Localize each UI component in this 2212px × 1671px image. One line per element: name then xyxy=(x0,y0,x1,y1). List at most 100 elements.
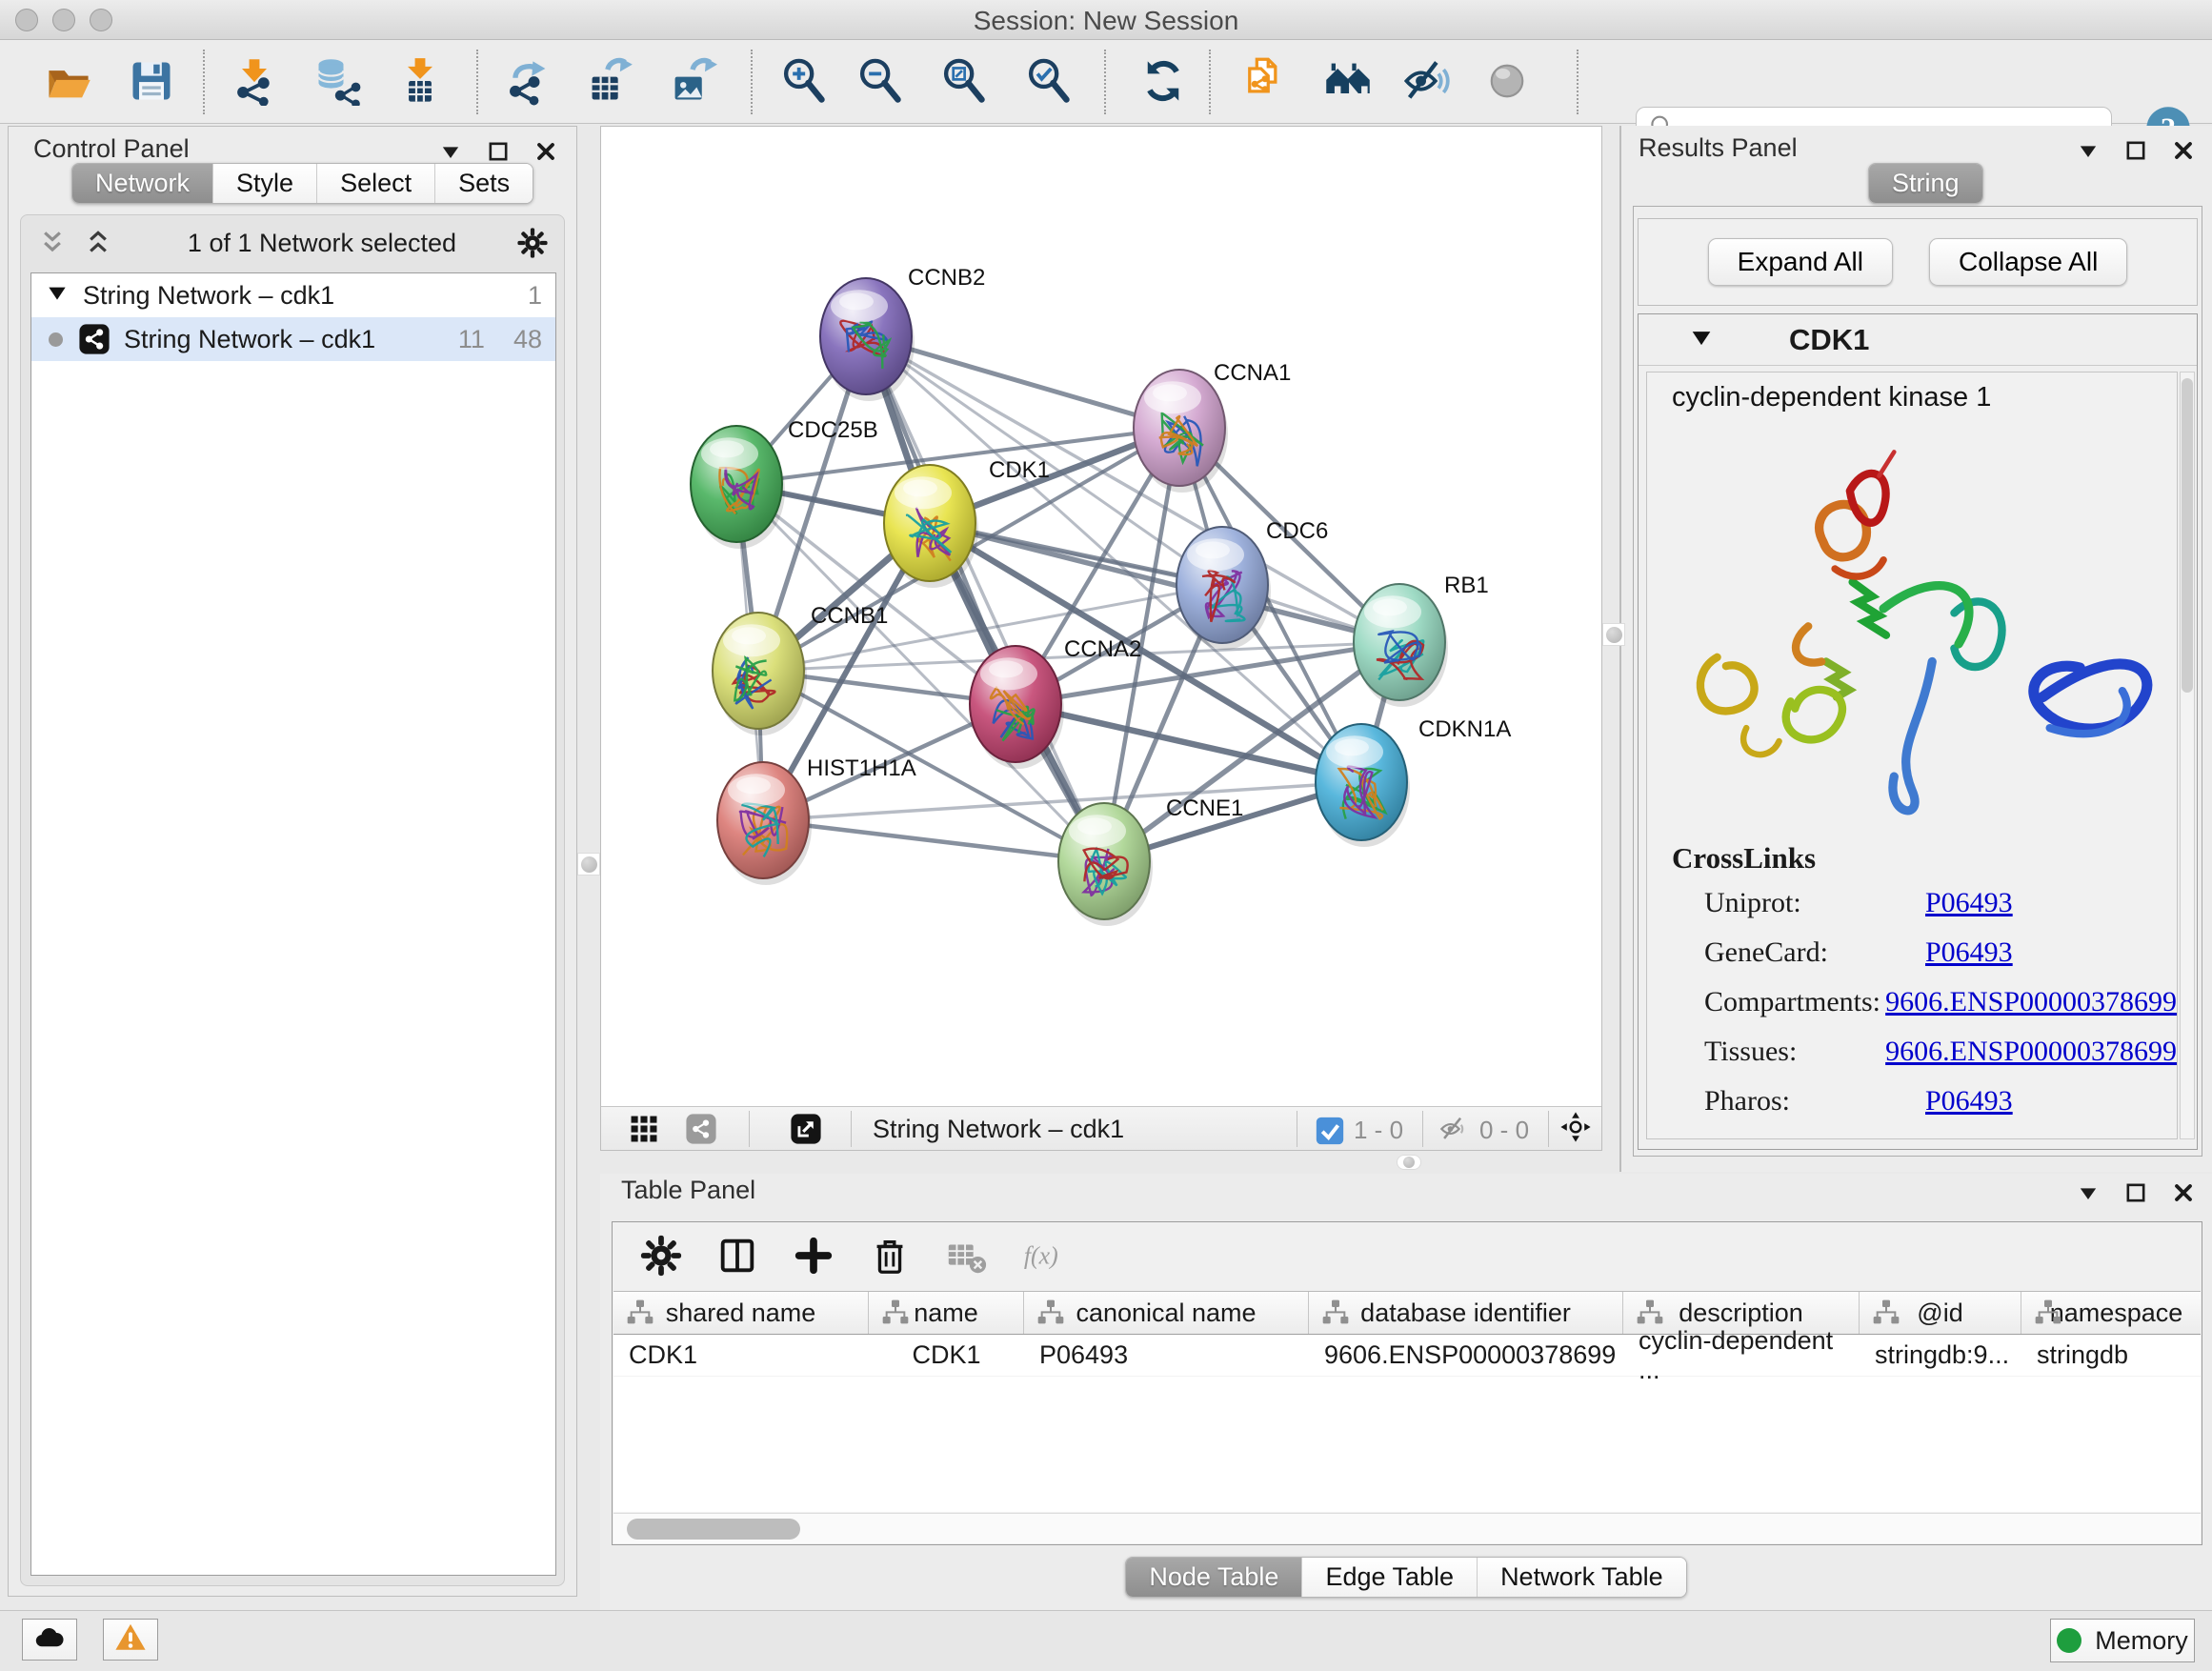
column-header-namespace[interactable]: namespace xyxy=(2021,1292,2201,1334)
tab-select[interactable]: Select xyxy=(316,164,434,203)
edge-CCNA2-CDKN1A[interactable] xyxy=(1016,704,1361,782)
table-cell[interactable]: CDK1 xyxy=(869,1335,1024,1376)
zoom-out-button[interactable] xyxy=(853,56,906,110)
table-cell[interactable]: P06493 xyxy=(1024,1335,1309,1376)
table-cell[interactable]: stringdb xyxy=(2021,1335,2201,1376)
crosslink-link[interactable]: 9606.ENSP00000378699 xyxy=(1885,986,2177,1018)
node-HIST1H1A[interactable] xyxy=(717,762,812,885)
table-cell[interactable]: cyclin-dependent ... xyxy=(1623,1335,1860,1376)
node-CDC25B[interactable] xyxy=(691,426,785,549)
tab-edge-table[interactable]: Edge Table xyxy=(1301,1558,1477,1597)
zoom-selected-button[interactable] xyxy=(1021,56,1075,110)
node-RB1[interactable] xyxy=(1354,584,1448,707)
node-label-CCNA2: CCNA2 xyxy=(1064,636,1141,662)
tab-network[interactable]: Network xyxy=(72,164,212,203)
import-network-file-button[interactable] xyxy=(228,56,281,110)
share-view-icon[interactable] xyxy=(685,1113,717,1145)
panel-float-button[interactable] xyxy=(2122,137,2149,164)
panel-menu-button[interactable] xyxy=(2075,1179,2101,1206)
node-CDC6[interactable] xyxy=(1176,527,1271,650)
cloud-button[interactable] xyxy=(22,1619,77,1661)
hidden-eye-icon[interactable] xyxy=(1438,1113,1470,1145)
table-hscrollbar[interactable] xyxy=(613,1513,2201,1543)
node-CCNB2[interactable] xyxy=(820,278,915,401)
open-session-button[interactable] xyxy=(42,56,95,110)
column-header-canonicalname[interactable]: canonical name xyxy=(1024,1292,1309,1334)
table-cell[interactable]: 9606.ENSP00000378699 xyxy=(1309,1335,1623,1376)
export-network-button[interactable] xyxy=(501,56,554,110)
table-row[interactable]: CDK1CDK1P064939606.ENSP00000378699cyclin… xyxy=(613,1335,2201,1377)
column-header-sharedname[interactable]: shared name xyxy=(613,1292,869,1334)
columns-icon[interactable] xyxy=(715,1234,759,1278)
column-header-databaseidentifier[interactable]: database identifier xyxy=(1309,1292,1623,1334)
network-collection-row[interactable]: String Network – cdk1 1 xyxy=(31,273,555,317)
panel-close-button[interactable] xyxy=(533,138,559,165)
column-header-id[interactable]: @id xyxy=(1860,1292,2021,1334)
collapse-all-icon[interactable] xyxy=(36,227,69,259)
memory-button[interactable]: Memory xyxy=(2050,1619,2195,1662)
edge-HIST1H1A-CCNE1[interactable] xyxy=(763,820,1104,861)
hide-selected-button[interactable] xyxy=(1399,56,1453,110)
import-network-database-button[interactable] xyxy=(311,56,364,110)
table-cell[interactable]: CDK1 xyxy=(613,1335,869,1376)
save-session-button[interactable] xyxy=(125,56,178,110)
column-header-name[interactable]: name xyxy=(869,1292,1024,1334)
network-row[interactable]: String Network – cdk1 11 48 xyxy=(31,317,555,361)
gear-icon[interactable] xyxy=(516,227,549,259)
node-CDK1[interactable] xyxy=(884,465,978,588)
crosslink-link[interactable]: 9606.ENSP00000378699 xyxy=(1885,1036,2177,1068)
panel-float-button[interactable] xyxy=(485,138,512,165)
export-view-icon[interactable] xyxy=(790,1113,822,1145)
column-header-description[interactable]: description xyxy=(1623,1292,1860,1334)
panel-menu-button[interactable] xyxy=(2075,137,2101,164)
network-canvas[interactable]: CCNB2CCNA1CDC25BCDK1CDC6RB1CCNB1CCNA2CDK… xyxy=(601,127,1601,1106)
expand-all-button[interactable]: Expand All xyxy=(1708,238,1893,286)
grid-view-icon[interactable] xyxy=(628,1113,660,1145)
entry-caret-icon[interactable] xyxy=(1688,324,1715,355)
horizontal-splitter-handle[interactable] xyxy=(1397,1155,1421,1170)
refresh-view-button[interactable] xyxy=(1136,56,1190,110)
tab-string[interactable]: String xyxy=(1869,164,1982,203)
left-splitter-handle[interactable] xyxy=(577,853,600,876)
expand-all-icon[interactable] xyxy=(82,227,114,259)
selected-checkbox-icon[interactable] xyxy=(1314,1115,1342,1143)
warnings-button[interactable] xyxy=(103,1619,158,1661)
crosslink-link[interactable]: P06493 xyxy=(1925,1085,2013,1117)
node-CCNA2[interactable] xyxy=(970,646,1064,769)
table-cell[interactable]: stringdb:9... xyxy=(1860,1335,2021,1376)
export-table-button[interactable] xyxy=(583,56,636,110)
results-scrollbar[interactable] xyxy=(2180,372,2195,1139)
panel-close-button[interactable] xyxy=(2170,1179,2197,1206)
zoom-in-button[interactable] xyxy=(776,56,830,110)
zoom-fit-button[interactable] xyxy=(936,56,990,110)
node-CDKN1A[interactable] xyxy=(1316,724,1410,847)
birdseye-icon[interactable] xyxy=(1559,1111,1596,1147)
edge-CDK1-RB1[interactable] xyxy=(930,523,1399,642)
delete-icon[interactable] xyxy=(868,1234,912,1278)
node-entry-header[interactable]: CDK1 xyxy=(1639,314,2197,366)
panel-close-button[interactable] xyxy=(2170,137,2197,164)
network-overview-button[interactable] xyxy=(1321,56,1375,110)
panel-menu-button[interactable] xyxy=(437,138,464,165)
right-splitter-handle[interactable] xyxy=(1602,623,1625,646)
tab-network-table[interactable]: Network Table xyxy=(1477,1558,1686,1597)
edge-CCNB2-CCNE1[interactable] xyxy=(866,336,1104,861)
panel-float-button[interactable] xyxy=(2122,1179,2149,1206)
tab-sets[interactable]: Sets xyxy=(434,164,533,203)
node-CCNE1[interactable] xyxy=(1058,803,1153,926)
duplicate-network-button[interactable] xyxy=(1238,56,1292,110)
collection-caret-icon[interactable] xyxy=(45,280,70,312)
crosslink-link[interactable]: P06493 xyxy=(1925,936,2013,969)
tab-style[interactable]: Style xyxy=(212,164,316,203)
node-CCNA1[interactable] xyxy=(1134,370,1228,493)
add-icon[interactable] xyxy=(792,1234,835,1278)
gene-name: CDK1 xyxy=(1789,323,1869,357)
import-table-file-button[interactable] xyxy=(393,56,447,110)
settings-icon[interactable] xyxy=(639,1234,683,1278)
node-CCNB1[interactable] xyxy=(713,613,807,735)
export-image-button[interactable] xyxy=(666,56,719,110)
tab-node-table[interactable]: Node Table xyxy=(1126,1558,1301,1597)
crosslink-link[interactable]: P06493 xyxy=(1925,887,2013,919)
show-sphere-button[interactable] xyxy=(1480,56,1534,110)
collapse-all-button[interactable]: Collapse All xyxy=(1929,238,2127,286)
